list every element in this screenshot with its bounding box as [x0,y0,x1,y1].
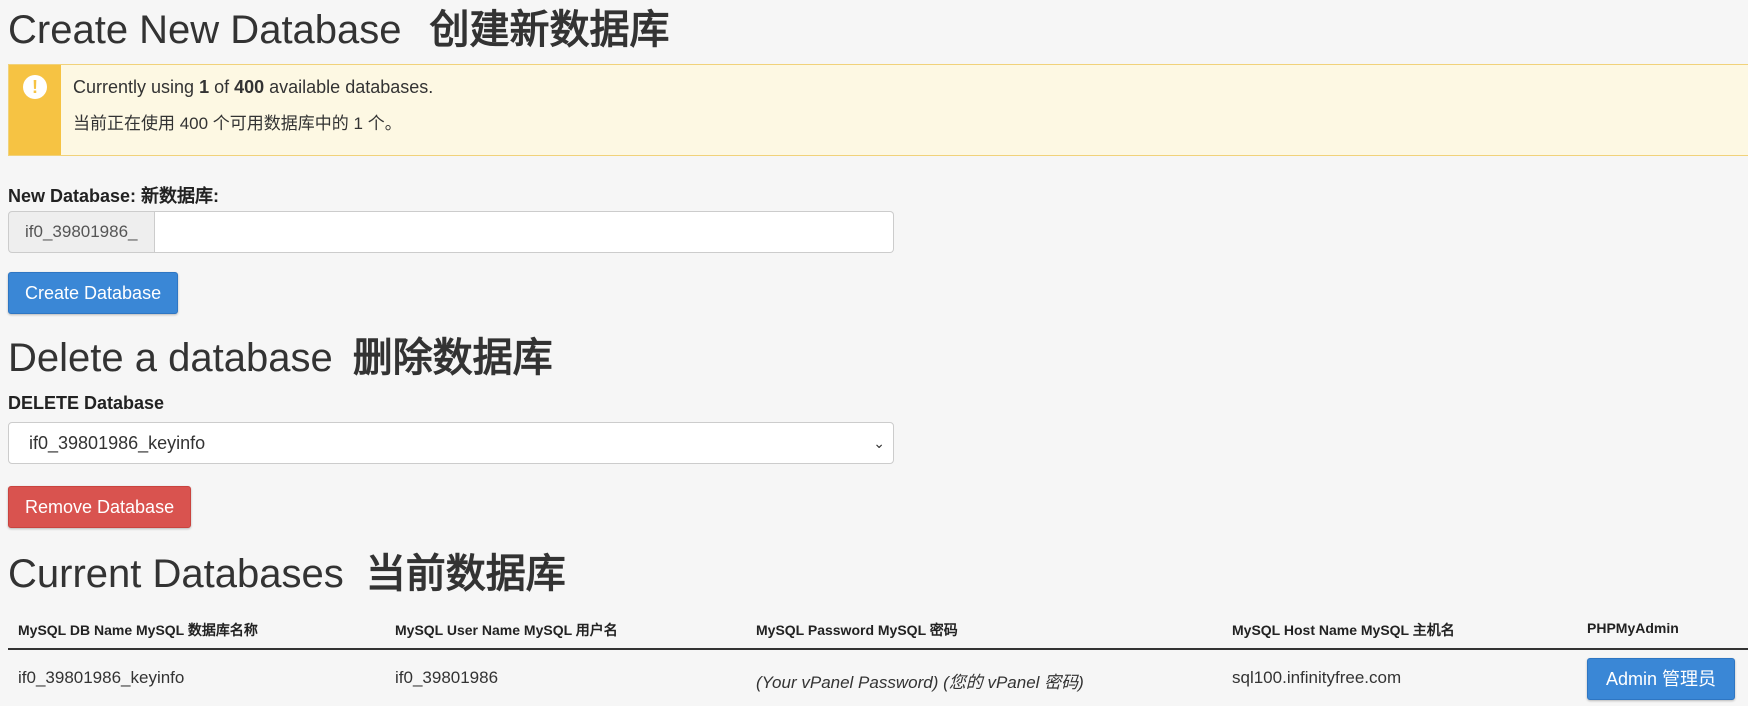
row-db-name: if0_39801986_keyinfo [18,668,185,687]
column-db-name: MySQL DB Name MySQL 数据库名称 [18,622,258,638]
remove-database-button[interactable]: Remove Database [8,486,192,528]
row-password: (Your vPanel Password) (您的 vPanel 密码) [756,673,1084,692]
column-user-name: MySQL User Name MySQL 用户名 [395,622,618,638]
column-host-name: MySQL Host Name MySQL 主机名 [1232,622,1455,638]
database-usage-alert: ! Currently using 1 of 400 available dat… [8,64,1748,156]
create-database-title: Create New Database 创建新数据库 [8,8,670,52]
delete-database-select[interactable]: if0_39801986_keyinfo ⌄ [8,422,894,464]
row-host-name: sql100.infinityfree.com [1232,668,1402,687]
exclamation-circle-icon: ! [23,75,47,99]
new-database-label: New Database: 新数据库: [8,186,220,206]
chevron-down-icon: ⌄ [873,435,885,451]
delete-database-title: Delete a database 删除数据库 [8,336,553,380]
databases-table-header: MySQL DB Name MySQL 数据库名称 MySQL User Nam… [8,612,1748,650]
current-databases-title: Current Databases 当前数据库 [8,552,566,596]
database-prefix: if0_39801986_ [8,211,155,253]
alert-usage-text-cn: 当前正在使用 400 个可用数据库中的 1 个。 [73,114,402,133]
phpmyadmin-admin-button[interactable]: Admin 管理员 [1587,658,1735,700]
column-phpmyadmin: PHPMyAdmin [1587,620,1679,636]
new-database-input-group: if0_39801986_ [8,211,894,253]
delete-database-label: DELETE Database [8,393,165,413]
create-database-button[interactable]: Create Database [8,272,179,314]
column-password: MySQL Password MySQL 密码 [756,622,958,638]
row-user-name: if0_39801986 [395,668,499,687]
alert-strip: ! [9,65,61,155]
alert-usage-text: Currently using 1 of 400 available datab… [73,77,434,97]
page: Create New Database 创建新数据库 ! Currently us… [0,0,1748,706]
delete-database-selected: if0_39801986_keyinfo [29,433,206,453]
new-database-input[interactable] [155,211,894,253]
